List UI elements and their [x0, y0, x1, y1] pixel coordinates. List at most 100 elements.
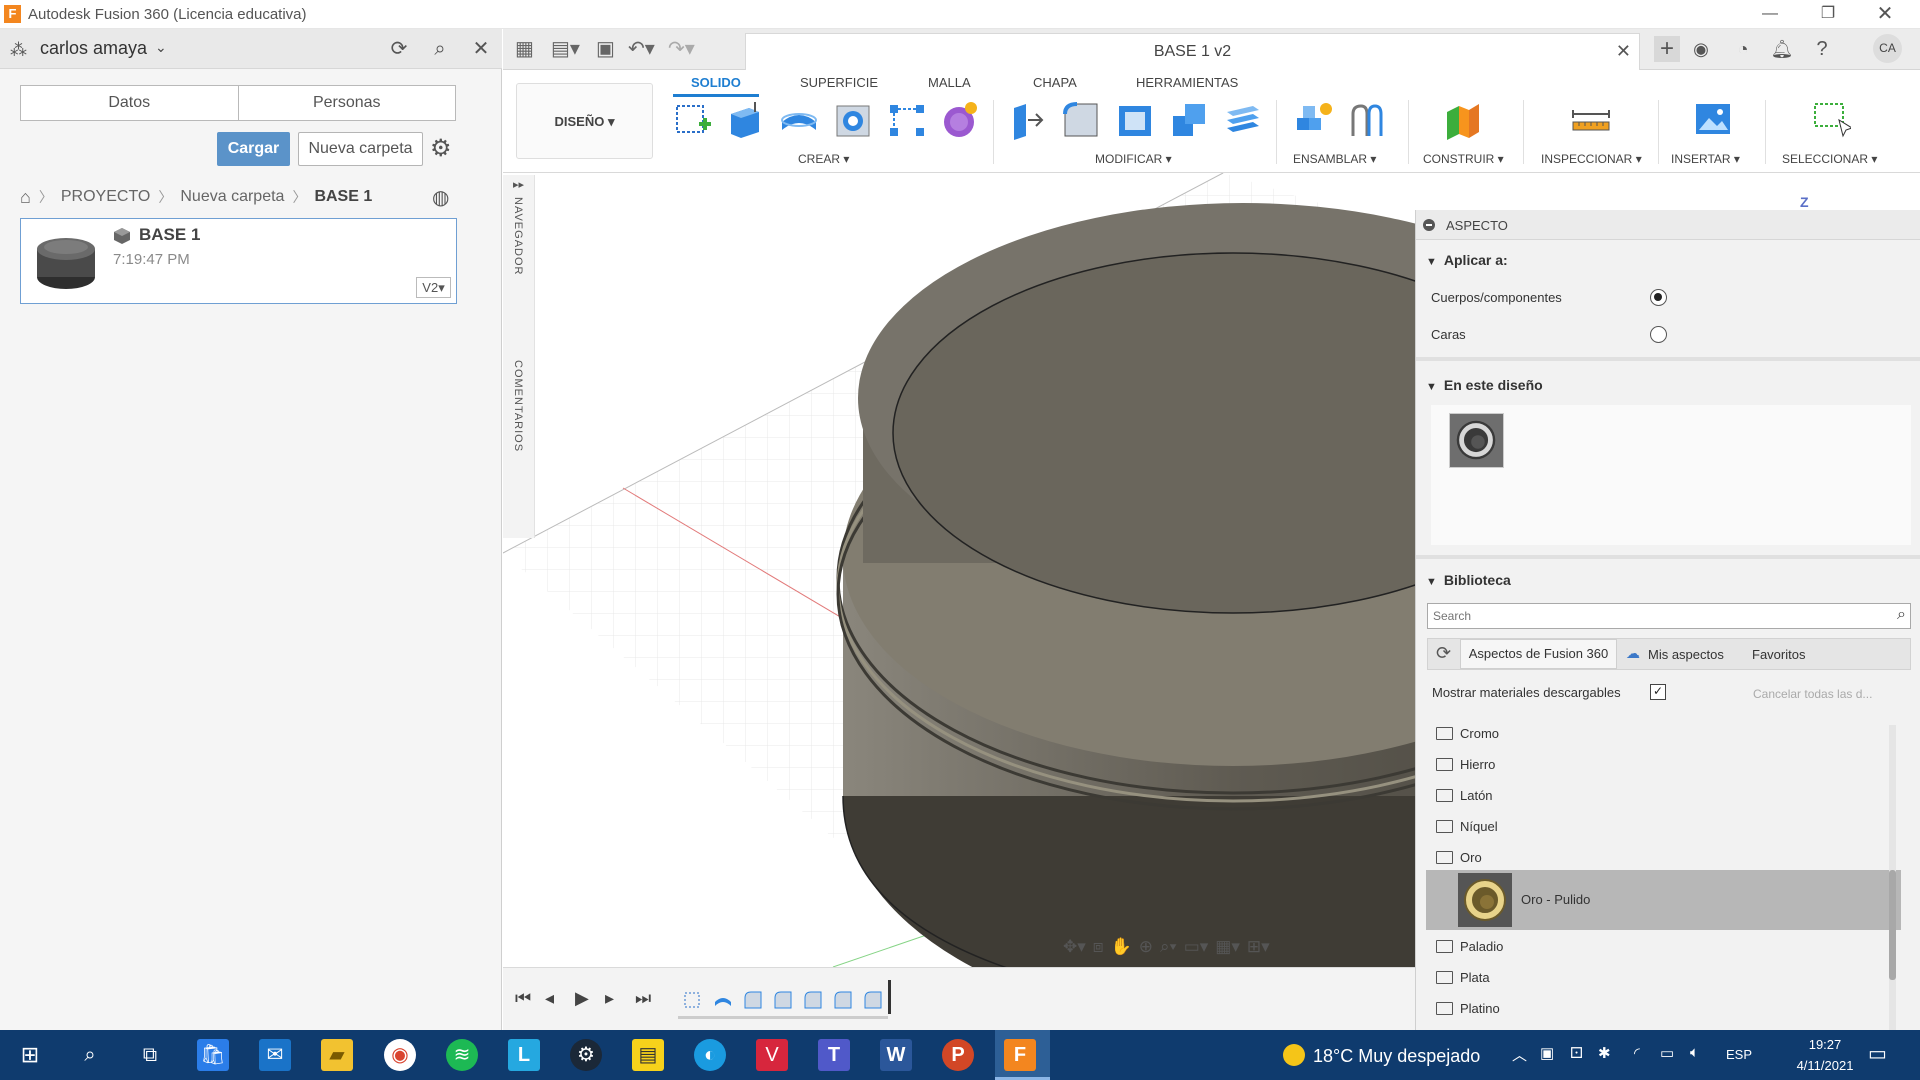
steam-icon[interactable]: ⚙ [570, 1039, 602, 1071]
wifi-icon[interactable]: ◜ [1634, 1044, 1640, 1062]
select-icon[interactable] [1811, 100, 1851, 140]
mail-icon[interactable]: ✉ [259, 1039, 291, 1071]
breadcrumb-folder[interactable]: Nueva carpeta [180, 188, 284, 206]
group-construir[interactable]: CONSTRUIR ▾ [1423, 152, 1504, 166]
redo-icon[interactable]: ↷▾ [668, 36, 695, 62]
clock[interactable]: 19:27 4/11/2021 [1780, 1034, 1870, 1076]
version-dropdown[interactable]: V2▾ [416, 277, 451, 298]
store-icon[interactable]: 🛍︎ [197, 1039, 229, 1071]
timeline-fillet-icon[interactable] [743, 990, 763, 1010]
breadcrumb-project[interactable]: PROYECTO [61, 188, 151, 206]
globe-icon[interactable]: ◍ [432, 185, 449, 210]
valorant-icon[interactable]: V [756, 1039, 788, 1071]
folder-item[interactable]: Níquel [1436, 816, 1498, 838]
spotify-icon[interactable]: ≋ [446, 1039, 478, 1071]
browser-strip[interactable]: ▸▸ NAVEGADOR COMENTARIOS [503, 175, 535, 538]
search-icon[interactable]: ⌕ [427, 36, 453, 62]
timeline-fillet-icon[interactable] [833, 990, 853, 1010]
create-sketch-icon[interactable] [673, 100, 713, 140]
library-section[interactable]: ▼ Biblioteca [1426, 572, 1511, 588]
chevron-down-icon[interactable]: ⌄ [155, 39, 167, 56]
scrollbar-thumb[interactable] [1889, 870, 1896, 980]
weather-widget[interactable]: 18°C Muy despejado [1283, 1044, 1480, 1067]
fusion-taskbar-icon[interactable]: F [1004, 1039, 1036, 1071]
group-inspeccionar[interactable]: INSPECCIONAR ▾ [1541, 152, 1642, 166]
tab-superficie[interactable]: SUPERFICIE [800, 75, 878, 90]
windows-start-icon[interactable]: ⊞ [14, 1039, 46, 1071]
play-icon[interactable]: ▶ [575, 988, 589, 1009]
folder-item[interactable]: Paladio [1436, 936, 1503, 958]
measure-icon[interactable] [1571, 100, 1611, 140]
tab-herramientas[interactable]: HERRAMIENTAS [1136, 75, 1238, 90]
document-tab[interactable]: BASE 1 v2 ✕ [745, 33, 1640, 70]
task-view-icon[interactable]: ⧉ [134, 1039, 166, 1071]
refresh-icon[interactable]: ⟳ [1436, 643, 1451, 664]
user-name[interactable]: carlos amaya [40, 38, 147, 59]
upload-button[interactable]: Cargar [217, 132, 290, 166]
search-icon[interactable]: ⌕ [1897, 606, 1906, 624]
group-seleccionar[interactable]: SELECCIONAR ▾ [1782, 152, 1877, 166]
joint-icon[interactable] [1347, 100, 1387, 140]
gear-icon[interactable]: ⚙ [430, 134, 452, 163]
search-icon[interactable]: ⌕ [74, 1039, 106, 1071]
search-input[interactable] [1428, 604, 1868, 628]
timeline-sketch-icon[interactable] [683, 990, 703, 1010]
offset-face-icon[interactable] [1223, 100, 1263, 140]
timeline-revolve-icon[interactable] [713, 990, 733, 1010]
zoom-icon[interactable]: ⊕ [1139, 937, 1153, 957]
radio-bodies[interactable] [1650, 289, 1667, 306]
close-icon[interactable]: ✕ [468, 36, 494, 62]
restore-button[interactable]: ❐ [1803, 2, 1853, 26]
press-pull-icon[interactable] [1008, 100, 1048, 140]
tab-personas[interactable]: Personas [239, 86, 456, 120]
selected-appearance-item[interactable]: Oro - Pulido [1426, 870, 1901, 930]
3d-viewport[interactable] [503, 173, 1415, 967]
group-ensamblar[interactable]: ENSAMBLAR ▾ [1293, 152, 1376, 166]
tab-chapa[interactable]: CHAPA [1033, 75, 1077, 90]
tray-icon[interactable]: ▣ [1540, 1044, 1554, 1062]
home-icon[interactable]: ⌂ [20, 187, 31, 208]
file-menu-icon[interactable]: ▤▾ [551, 36, 580, 62]
create-form-icon[interactable] [940, 100, 980, 140]
avatar[interactable]: CA [1873, 34, 1902, 63]
new-folder-button[interactable]: Nueva carpeta [298, 132, 423, 166]
step-back-icon[interactable]: ◂ [545, 988, 554, 1009]
go-to-start-icon[interactable]: ⏮ [515, 988, 531, 1009]
group-insertar[interactable]: INSERTAR ▾ [1671, 152, 1740, 166]
navigator-label[interactable]: NAVEGADOR [512, 197, 524, 275]
powerpoint-icon[interactable]: P [942, 1039, 974, 1071]
teams-tray-icon[interactable]: ✱ [1598, 1044, 1611, 1062]
apply-to-section[interactable]: ▼ Aplicar a: [1426, 252, 1508, 268]
step-forward-icon[interactable]: ▸ [605, 988, 614, 1009]
pan-icon[interactable]: ✋ [1111, 937, 1132, 957]
timeline-marker[interactable] [888, 980, 891, 1014]
collapse-icon[interactable] [1423, 219, 1435, 231]
file-explorer-icon[interactable]: ▰ [321, 1039, 353, 1071]
app-grid-icon[interactable]: ▦ [515, 36, 534, 62]
undo-icon[interactable]: ↶▾ [628, 36, 655, 62]
save-icon[interactable]: ▣ [596, 36, 615, 62]
tab-my-appearances[interactable]: Mis aspectos [1648, 647, 1724, 662]
tab-datos[interactable]: Datos [21, 86, 239, 120]
timeline-fillet-icon[interactable] [863, 990, 883, 1010]
workspace-dropdown[interactable]: DISEÑO ▾ [516, 83, 653, 159]
extrude-icon[interactable] [725, 100, 765, 140]
go-to-end-icon[interactable]: ⏭ [635, 988, 651, 1009]
orbit-icon[interactable]: ✥▾ [1063, 937, 1086, 957]
shell-icon[interactable] [1115, 100, 1155, 140]
tab-malla[interactable]: MALLA [928, 75, 971, 90]
combine-icon[interactable] [1169, 100, 1209, 140]
timeline-fillet-icon[interactable] [773, 990, 793, 1010]
hole-icon[interactable] [833, 100, 873, 140]
notifications-icon[interactable]: 🔔︎ [1769, 36, 1795, 62]
show-downloadable-checkbox[interactable]: ✓ [1650, 684, 1666, 700]
extensions-icon[interactable]: ◉ [1688, 36, 1714, 62]
help-icon[interactable]: ? [1809, 36, 1835, 62]
battery-icon[interactable]: ▭ [1660, 1044, 1674, 1062]
revolve-icon[interactable] [779, 100, 819, 140]
file-card[interactable]: BASE 1 7:19:47 PM V2▾ [20, 218, 457, 304]
tab-fusion-appearances[interactable]: Aspectos de Fusion 360 [1460, 639, 1617, 669]
folder-item[interactable]: Plata [1436, 967, 1490, 989]
chrome-icon[interactable]: ◉ [384, 1039, 416, 1071]
teams-icon[interactable]: T [818, 1039, 850, 1071]
